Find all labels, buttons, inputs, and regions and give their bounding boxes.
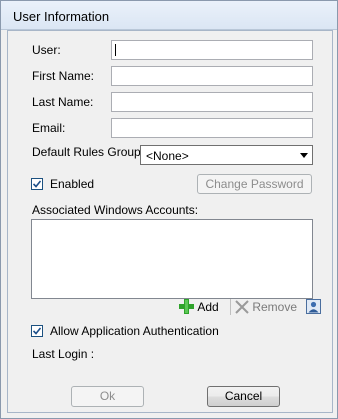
remove-account-button[interactable]: Remove	[235, 299, 297, 314]
last-name-input[interactable]	[111, 92, 313, 112]
email-label: Email:	[32, 121, 66, 135]
checkmark-icon	[33, 180, 41, 188]
first-name-label: First Name:	[32, 69, 95, 83]
checkmark-icon	[33, 327, 41, 335]
change-password-button[interactable]: Change Password	[197, 174, 312, 194]
enabled-checkbox[interactable]	[31, 178, 43, 190]
ok-button[interactable]: Ok	[71, 386, 144, 407]
last-login-label: Last Login :	[32, 347, 95, 361]
dialog-content: User: First Name: Last Name: Email: Defa…	[7, 30, 333, 413]
allow-auth-label: Allow Application Authentication	[50, 324, 219, 338]
user-label: User:	[32, 43, 61, 57]
browse-account-button[interactable]	[306, 299, 321, 317]
title-bar: User Information	[1, 1, 337, 30]
windows-accounts-list[interactable]	[31, 219, 313, 299]
toolbar-separator	[230, 299, 231, 315]
plus-icon	[179, 299, 194, 315]
email-input[interactable]	[111, 118, 313, 138]
rules-group-label: Default Rules Group:	[32, 145, 145, 159]
windows-accounts-label: Associated Windows Accounts:	[32, 203, 199, 217]
first-name-input[interactable]	[111, 66, 313, 86]
dialog-window: User Information User: First Name: Last …	[0, 0, 338, 419]
window-title: User Information	[13, 9, 110, 24]
enabled-label: Enabled	[50, 177, 95, 191]
rules-group-select[interactable]: <None>	[140, 145, 313, 165]
allow-auth-checkbox[interactable]	[31, 325, 43, 337]
last-name-label: Last Name:	[32, 95, 94, 109]
add-label: Add	[197, 299, 219, 314]
x-icon	[235, 300, 249, 314]
add-account-button[interactable]: Add	[179, 299, 219, 315]
chevron-down-icon	[300, 153, 308, 158]
rules-group-value: <None>	[146, 149, 189, 163]
user-picker-icon	[306, 299, 321, 314]
user-input[interactable]	[111, 40, 313, 60]
cancel-button[interactable]: Cancel	[207, 386, 280, 407]
remove-label: Remove	[252, 299, 298, 314]
text-caret	[115, 44, 116, 56]
